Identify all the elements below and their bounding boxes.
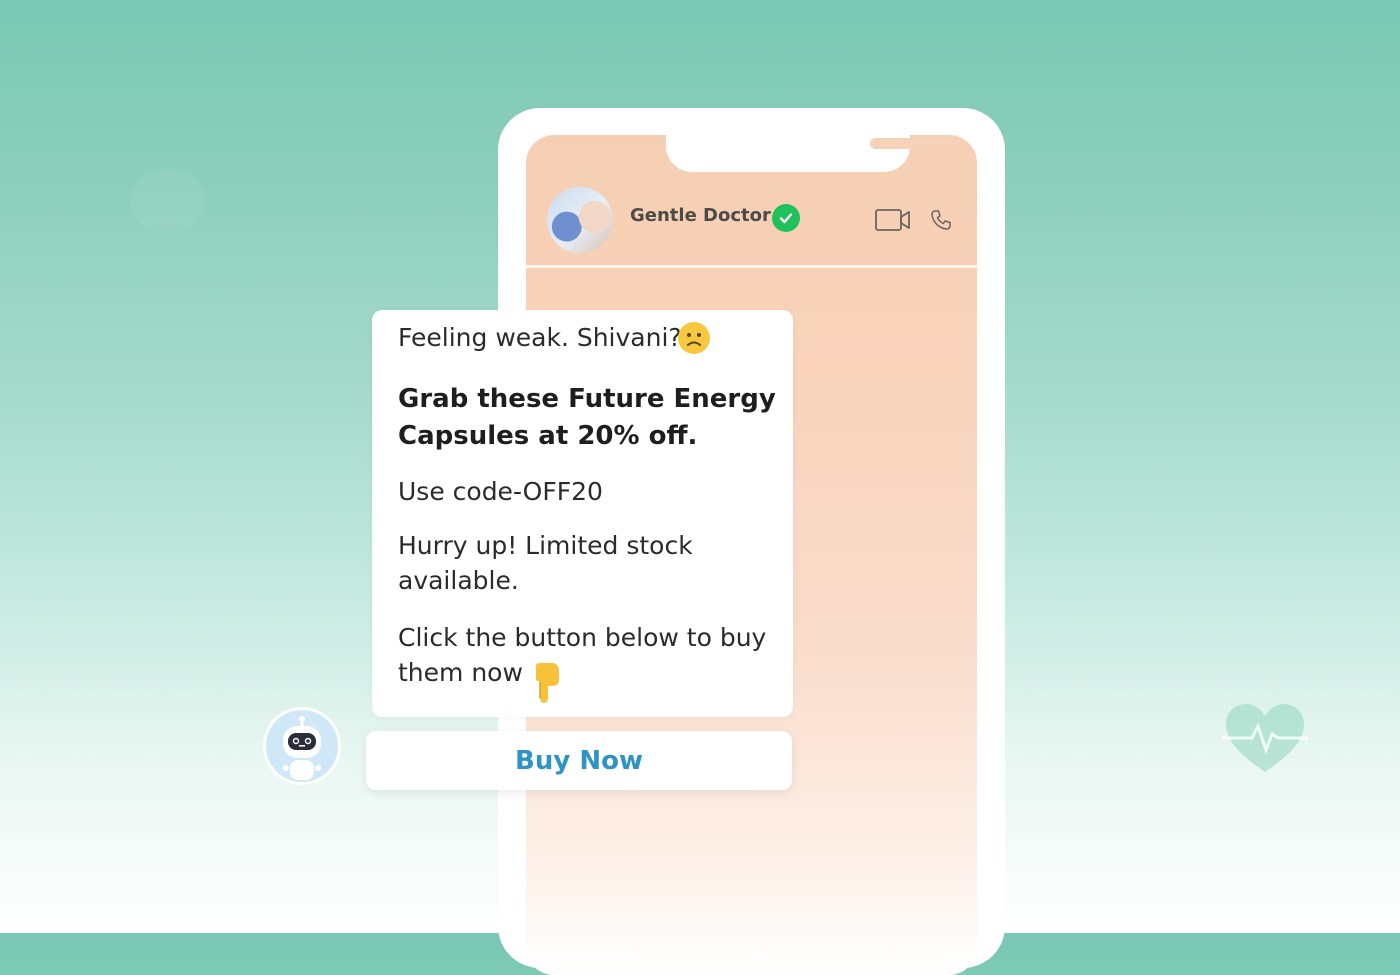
click-line-1: Click the button below to buy	[398, 623, 767, 652]
phone-notch	[666, 135, 966, 172]
sad-face-emoji	[678, 322, 710, 354]
chat-header: Gentle Doctor	[526, 173, 977, 268]
hurry-line-2: available.	[398, 566, 519, 595]
heartbeat-icon	[1222, 704, 1308, 772]
phone-speaker	[870, 138, 966, 149]
phone-call-icon[interactable]	[930, 209, 952, 231]
point-down-emoji	[536, 663, 559, 703]
promo-code-line: Use code-OFF20	[398, 477, 603, 506]
message-greeting: Feeling weak. Shivani?	[398, 323, 682, 352]
background-blob	[130, 170, 205, 230]
contact-avatar[interactable]	[547, 187, 613, 253]
video-call-icon[interactable]	[875, 208, 911, 232]
contact-name[interactable]: Gentle Doctor	[630, 205, 771, 226]
robot-icon	[263, 707, 341, 785]
offer-line-2: Capsules at 20% off.	[398, 421, 698, 451]
verified-check-icon	[772, 204, 800, 232]
offer-line-1: Grab these Future Energy	[398, 384, 776, 414]
chat-message-bubble: Feeling weak. Shivani? Grab these Future…	[372, 310, 793, 717]
click-line-2: them now	[398, 658, 523, 687]
buy-now-button[interactable]: Buy Now	[366, 731, 792, 790]
hurry-line-1: Hurry up! Limited stock	[398, 531, 693, 560]
